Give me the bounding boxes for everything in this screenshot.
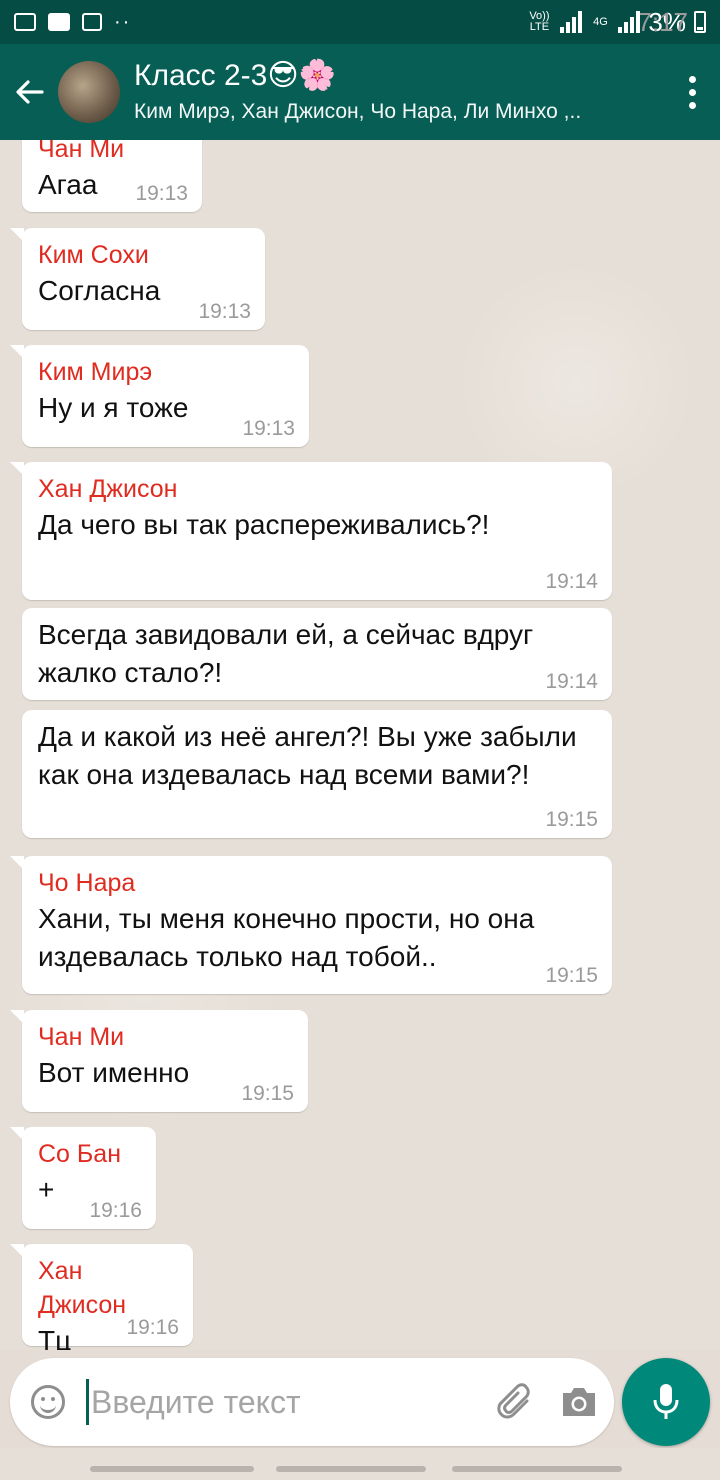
message-bubble[interactable]: Да и какой из неё ангел?! Вы уже забыли … [22, 710, 612, 838]
arrow-left-icon [16, 80, 44, 104]
message-bubble[interactable]: Ким Сохи Согласна 19:13 [10, 228, 265, 330]
message-time: 19:14 [545, 570, 598, 593]
group-avatar[interactable] [58, 61, 120, 123]
battery-icon [694, 11, 706, 33]
message-list[interactable]: Чан Ми Агаа 19:13 Ким Сохи Согласна 19:1… [0, 140, 720, 1350]
chat-title: Класс 2-3😎🌸 [134, 59, 336, 92]
paperclip-icon [497, 1383, 530, 1419]
message-time: 19:14 [545, 670, 598, 693]
message-sender: Чан Ми [38, 140, 125, 163]
message-bubble[interactable]: Хан Джисон Тц 19:16 [10, 1244, 193, 1350]
message-time: 19:15 [241, 1082, 294, 1105]
network-type-icon: 4G [593, 15, 608, 28]
chat-info[interactable]: Класс 2-3😎🌸 Ким Мирэ, Хан Джисон, Чо Нар… [134, 58, 664, 126]
message-bubble[interactable]: Ким Мирэ Ну и я тоже 19:13 [10, 345, 309, 447]
gallery-icon [14, 13, 36, 31]
message-sender: Со Бан [38, 1140, 122, 1168]
more-options-icon[interactable] [664, 44, 720, 140]
signal-2-icon [618, 11, 641, 33]
emoji-icon [31, 1385, 65, 1419]
camera-icon [563, 1388, 595, 1416]
chat-members: Ким Мирэ, Хан Джисон, Чо Нара, Ли Минхо … [134, 100, 582, 123]
message-time: 19:15 [545, 964, 598, 987]
message-sender: Чан Ми [38, 1023, 125, 1051]
message-time: 19:16 [89, 1199, 142, 1222]
signal-icon [560, 11, 583, 33]
message-sender: Ким Мирэ [38, 358, 153, 386]
camera-button[interactable] [544, 1385, 614, 1419]
message-text: Да чего вы так распереживались?! [38, 509, 490, 540]
emoji-button[interactable] [10, 1358, 86, 1446]
nav-back[interactable] [452, 1466, 622, 1472]
back-button[interactable] [0, 44, 58, 140]
nav-home[interactable] [276, 1466, 426, 1472]
message-text: Да и какой из неё ангел?! Вы уже забыли … [38, 721, 577, 790]
system-nav-bar [0, 1448, 720, 1480]
message-bubble[interactable]: Хан Джисон Да чего вы так распереживалис… [10, 462, 612, 600]
video-icon [82, 13, 102, 31]
message-bubble[interactable]: Со Бан + 19:16 [10, 1127, 156, 1229]
message-bubble[interactable]: Чан Ми Вот именно 19:15 [10, 1010, 308, 1112]
message-sender: Хан Джисон [38, 475, 178, 503]
message-time: 19:13 [242, 417, 295, 440]
nav-recent[interactable] [90, 1466, 254, 1472]
message-bubble[interactable]: Всегда завидовали ей, а сейчас вдруг жал… [22, 608, 612, 700]
text-cursor [86, 1379, 89, 1425]
message-text: Всегда завидовали ей, а сейчас вдруг жал… [38, 619, 534, 688]
message-sender: Ким Сохи [38, 241, 149, 269]
facebook-icon [48, 13, 70, 31]
status-time: 7:17 [637, 7, 688, 37]
message-text: Хани, ты меня конечно прости, но она изд… [38, 903, 535, 972]
message-field[interactable] [86, 1358, 488, 1446]
status-bar: 7:17 ·· Vo)) LTE 4G 3% [0, 0, 720, 44]
voice-message-button[interactable] [622, 1358, 710, 1446]
message-bubble[interactable]: Чан Ми Агаа 19:13 [22, 140, 202, 212]
message-time: 19:13 [135, 182, 188, 205]
message-time: 19:15 [545, 808, 598, 831]
message-sender: Чо Нара [38, 869, 136, 897]
message-composer [10, 1358, 614, 1446]
more-notifications-icon: ·· [114, 10, 132, 33]
chat-header: Класс 2-3😎🌸 Ким Мирэ, Хан Джисон, Чо Нар… [0, 44, 720, 140]
message-sender: Хан Джисон [38, 1257, 127, 1319]
message-time: 19:13 [198, 300, 251, 323]
message-time: 19:16 [126, 1316, 179, 1339]
notification-icons: ·· [14, 11, 131, 34]
microphone-icon [653, 1384, 679, 1419]
attach-button[interactable] [488, 1383, 544, 1421]
message-input[interactable] [90, 1383, 488, 1421]
message-bubble[interactable]: Чо Нара Хани, ты меня конечно прости, но… [10, 856, 612, 994]
volte-icon: Vo)) LTE [529, 10, 550, 33]
